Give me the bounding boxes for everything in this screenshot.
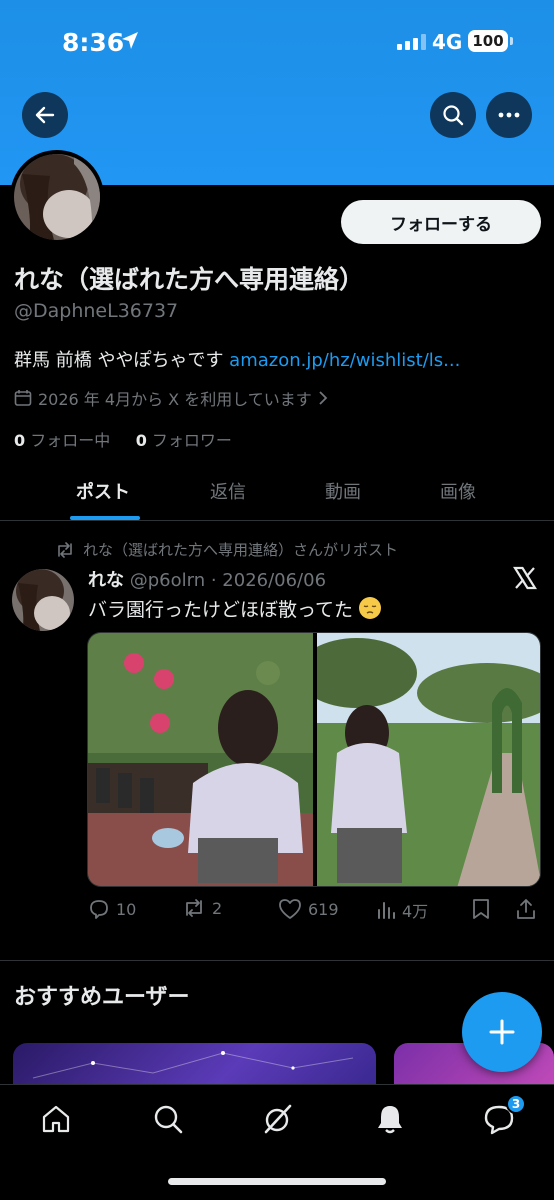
profile-bio: 群馬 前橋 ややぽちゃです amazon.jp/hz/wishlist/ls..… (14, 346, 544, 372)
plus-icon (489, 1019, 515, 1045)
repost-text: れな（選ばれた方へ専用連絡）さんがリポスト (83, 541, 399, 559)
search-icon[interactable] (152, 1103, 184, 1135)
section-divider (0, 960, 554, 961)
share-button[interactable] (516, 898, 536, 920)
status-bar: 8:36 4G 100 (0, 0, 554, 88)
reply-count: 10 (116, 899, 137, 919)
active-tab-indicator (70, 516, 140, 520)
profile-avatar[interactable] (10, 150, 104, 244)
followers-link[interactable]: 0 フォロワー (136, 431, 232, 450)
post-text-body: バラ園行ったけどほぼ散ってた (88, 599, 354, 621)
views-count: 4万 (402, 902, 429, 921)
search-icon (443, 105, 464, 126)
following-link[interactable]: 0 フォロー中 (14, 431, 110, 450)
post-author-avatar[interactable] (12, 569, 74, 631)
calendar-icon (14, 390, 32, 406)
share-icon (517, 899, 535, 919)
tab-images[interactable]: 画像 (440, 478, 476, 504)
following-label: フォロー中 (30, 431, 111, 450)
x-logo-icon (513, 566, 537, 590)
tab-replies[interactable]: 返信 (210, 478, 246, 504)
back-arrow-icon (35, 106, 55, 124)
location-arrow-icon (122, 32, 138, 49)
post-meta[interactable]: @p6olrn · 2026/06/06 (130, 570, 326, 591)
repost-icon (186, 899, 202, 917)
profile-tabs: ポスト 返信 動画 画像 (0, 466, 554, 521)
back-button[interactable] (22, 92, 68, 138)
pensive-face-emoji (359, 597, 382, 619)
joined-date[interactable]: 2026 年 4月から X を利用しています (14, 386, 328, 410)
card-banner-art (32, 1051, 354, 1079)
battery-tip (510, 37, 513, 45)
bookmark-button[interactable] (472, 898, 490, 920)
bio-text: 群馬 前橋 ややぽちゃです (14, 350, 230, 371)
post-actions: 10 2 619 4万 (0, 898, 554, 928)
recommended-user-card[interactable] (13, 1043, 376, 1088)
grok-icon[interactable] (262, 1103, 294, 1135)
status-time: 8:36 (62, 28, 125, 57)
post-media[interactable] (87, 632, 541, 887)
followers-count: 0 (135, 431, 147, 450)
tab-videos[interactable]: 動画 (325, 478, 361, 504)
reply-icon (90, 900, 108, 919)
post-photo-1[interactable] (88, 633, 313, 887)
like-icon (279, 899, 301, 919)
repost-icon (58, 541, 72, 558)
messages-badge: 3 (506, 1094, 526, 1114)
like-count: 619 (308, 899, 339, 919)
chevron-right-icon (319, 391, 328, 405)
like-button[interactable]: 619 (278, 898, 339, 920)
battery-indicator: 100 (468, 30, 508, 52)
views-button[interactable]: 4万 (376, 898, 428, 922)
cellular-signal-icon (397, 34, 426, 50)
followers-label: フォロワー (151, 431, 232, 450)
profile-handle: @DaphneL36737 (14, 300, 179, 322)
views-icon (378, 902, 395, 919)
home-indicator (168, 1178, 386, 1185)
bio-link[interactable]: amazon.jp/hz/wishlist/ls... (229, 350, 460, 371)
joined-text: 2026 年 4月から X を利用しています (38, 390, 312, 409)
post-avatar-photo (12, 569, 74, 631)
more-button[interactable] (486, 92, 532, 138)
repost-button[interactable]: 2 (182, 898, 222, 918)
more-icon (498, 112, 520, 118)
network-type: 4G (432, 30, 463, 54)
post-author-name[interactable]: れな (88, 570, 124, 591)
repost-indicator[interactable]: れな（選ばれた方へ専用連絡）さんがリポスト (55, 539, 398, 560)
post-header: れな @p6olrn · 2026/06/06 (88, 566, 326, 592)
follow-stats: 0 フォロー中 0 フォロワー (14, 427, 232, 451)
compose-button[interactable] (462, 992, 542, 1072)
home-icon[interactable] (40, 1103, 72, 1135)
repost-count: 2 (212, 898, 223, 918)
search-button[interactable] (430, 92, 476, 138)
avatar-photo (14, 154, 100, 240)
post-photo-2[interactable] (317, 633, 541, 887)
reply-button[interactable]: 10 (88, 898, 136, 920)
following-count: 0 (14, 431, 26, 450)
profile-display-name: れな（選ばれた方へ専用連絡） (14, 265, 365, 294)
bookmark-icon (473, 899, 489, 919)
recommended-users-title: おすすめユーザー (14, 985, 190, 1010)
tab-posts[interactable]: ポスト (76, 478, 130, 504)
follow-button[interactable]: フォローする (341, 200, 541, 244)
bell-icon[interactable] (374, 1103, 406, 1135)
post-text: バラ園行ったけどほぼ散ってた (88, 595, 382, 622)
